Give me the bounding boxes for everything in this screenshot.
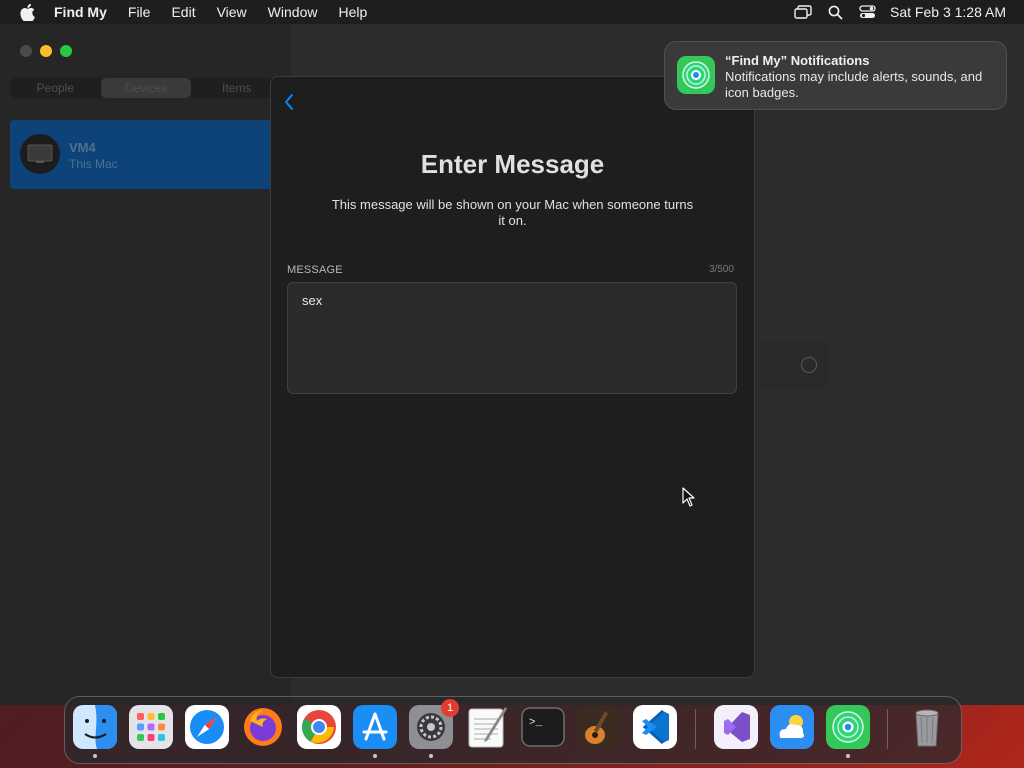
svg-text:>_: >_: [529, 717, 543, 729]
dock-app-store-icon[interactable]: [353, 705, 397, 749]
menu-window[interactable]: Window: [268, 4, 318, 20]
dock-trash-icon[interactable]: [905, 705, 949, 749]
running-indicator: [373, 754, 377, 758]
running-indicator: [93, 754, 97, 758]
mac-device-icon: [20, 134, 60, 174]
message-textarea[interactable]: [287, 282, 737, 394]
running-indicator: [429, 754, 433, 758]
screen-mirroring-icon[interactable]: [794, 3, 812, 21]
dock-firefox-icon[interactable]: [241, 705, 285, 749]
dock-textedit-icon[interactable]: [465, 705, 509, 749]
running-indicator: [846, 754, 850, 758]
notification-badge: 1: [441, 699, 459, 717]
device-info-panel: [754, 341, 829, 389]
tab-items[interactable]: Items: [191, 78, 282, 98]
notification-body: Notifications may include alerts, sounds…: [725, 69, 983, 100]
sheet-description: This message will be shown on your Mac w…: [331, 197, 694, 228]
dock-terminal-icon[interactable]: >_: [521, 705, 565, 749]
dock-weather-icon[interactable]: [770, 705, 814, 749]
spotlight-search-icon[interactable]: [826, 3, 844, 21]
menubar-clock[interactable]: Sat Feb 3 1:28 AM: [890, 4, 1006, 20]
device-subtitle: This Mac: [69, 157, 118, 171]
minimize-window-button[interactable]: [40, 45, 52, 57]
zoom-window-button[interactable]: [60, 45, 72, 57]
window-controls: [20, 45, 72, 57]
menu-file[interactable]: File: [128, 4, 151, 20]
notification-title: “Find My” Notifications: [725, 53, 870, 68]
tab-people[interactable]: People: [10, 78, 101, 98]
dock-separator: [695, 709, 696, 749]
dock-separator: [887, 709, 888, 749]
apple-menu-icon[interactable]: [20, 3, 36, 21]
mouse-pointer-icon: [682, 487, 696, 507]
dock-chrome-icon[interactable]: [297, 705, 341, 749]
info-icon[interactable]: [801, 357, 817, 373]
dock-vscode-icon[interactable]: [633, 705, 677, 749]
device-list-item[interactable]: VM4 This Mac: [10, 120, 280, 189]
menu-bar: Find My File Edit View Window Help Sat F…: [0, 0, 1024, 24]
menu-edit[interactable]: Edit: [171, 4, 195, 20]
menu-app-name[interactable]: Find My: [54, 4, 107, 20]
sheet-title: Enter Message: [420, 149, 605, 179]
dock-system-settings-icon[interactable]: 1: [409, 699, 459, 749]
dock-launchpad-icon[interactable]: [129, 705, 173, 749]
dock-finder-icon[interactable]: [73, 705, 117, 749]
back-button[interactable]: [283, 93, 299, 113]
menu-view[interactable]: View: [217, 4, 247, 20]
chevron-left-icon: [285, 94, 293, 110]
dock-visual-studio-icon[interactable]: [714, 705, 758, 749]
sidebar-tabs: People Devices Items: [10, 78, 282, 98]
dock-find-my-icon[interactable]: [826, 705, 870, 749]
dock: 1 >_: [64, 696, 962, 764]
close-window-button[interactable]: [20, 45, 32, 57]
find-my-app-icon: [677, 56, 715, 94]
tab-devices[interactable]: Devices: [100, 78, 192, 98]
dock-garageband-icon[interactable]: [577, 705, 621, 749]
enter-message-sheet: Enter Message This message will be shown…: [270, 76, 755, 678]
message-char-count: 3/500: [708, 264, 734, 275]
message-label: MESSAGE: [287, 264, 343, 276]
dock-safari-icon[interactable]: [185, 705, 229, 749]
notification-banner[interactable]: “Find My” Notifications Notifications ma…: [664, 41, 1007, 110]
control-center-icon[interactable]: [858, 3, 876, 21]
menu-help[interactable]: Help: [338, 4, 367, 20]
sidebar: People Devices Items VM4 This Mac: [0, 24, 291, 705]
device-name: VM4: [69, 140, 96, 155]
